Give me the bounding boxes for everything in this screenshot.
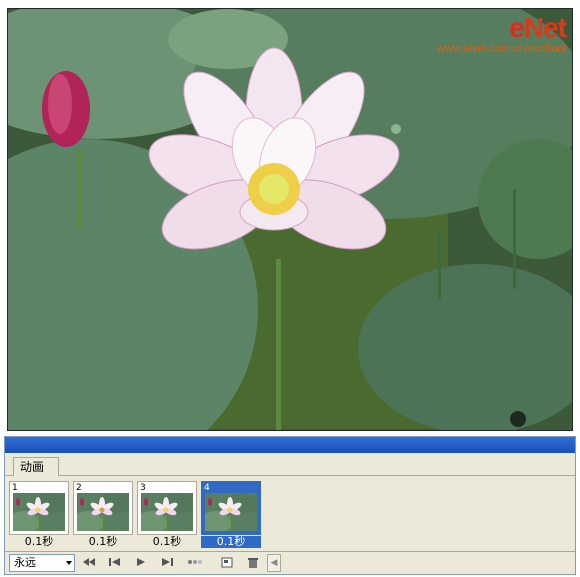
palette-tab-strip: 动画 — [5, 453, 575, 476]
document-canvas: eNet www.eNet.com.cn/eschool — [0, 0, 580, 436]
frame-delay[interactable]: 0.1秒 — [201, 536, 261, 548]
tween-button[interactable] — [185, 554, 205, 571]
enet-logo: eNet — [509, 12, 567, 43]
frame-number: 1 — [12, 483, 18, 493]
frame-thumbnail — [205, 493, 257, 531]
chevron-down-icon — [66, 561, 72, 565]
animation-palette: 动画 1 0.1秒 2 0.1秒 3 0.1秒 4 0.1秒 永远 ◀ — [4, 436, 576, 575]
frame-thumbnail — [141, 493, 193, 531]
palette-title-bar[interactable] — [5, 437, 575, 453]
frame-thumbnail-box[interactable]: 3 — [137, 481, 197, 535]
animation-frame-1[interactable]: 1 0.1秒 — [9, 481, 69, 548]
animation-frame-4[interactable]: 4 0.1秒 — [201, 481, 261, 548]
frames-scroll-left[interactable]: ◀ — [267, 554, 281, 572]
previous-frame-icon — [109, 558, 120, 566]
play-icon — [137, 558, 145, 566]
animation-frame-2[interactable]: 2 0.1秒 — [73, 481, 133, 548]
tween-icon — [188, 560, 202, 564]
loop-option-value: 永远 — [14, 556, 36, 569]
duplicate-frame-icon — [221, 557, 233, 568]
enet-url: www.eNet.com.cn/eschool — [437, 43, 566, 55]
enet-watermark: eNet www.eNet.com.cn/eschool — [396, 12, 567, 57]
frame-delay[interactable]: 0.1秒 — [9, 536, 69, 548]
first-frame-icon — [83, 558, 95, 566]
frame-thumbnail-box[interactable]: 1 — [9, 481, 69, 535]
duplicate-frame-button[interactable] — [217, 554, 237, 571]
frame-delay[interactable]: 0.1秒 — [73, 536, 133, 548]
frame-number: 2 — [76, 483, 82, 493]
loop-options-select[interactable]: 永远 — [9, 554, 75, 572]
frame-strip: 1 0.1秒 2 0.1秒 3 0.1秒 4 0.1秒 — [9, 481, 569, 549]
tab-animation[interactable]: 动画 — [13, 457, 60, 476]
animation-controls: 永远 ◀ — [5, 551, 575, 574]
lotus-photo: eNet www.eNet.com.cn/eschool — [7, 8, 573, 431]
frame-delay[interactable]: 0.1秒 — [137, 536, 197, 548]
frame-number: 3 — [140, 483, 146, 493]
next-frame-icon — [162, 558, 173, 566]
frame-number: 4 — [204, 483, 210, 493]
frame-thumbnail — [77, 493, 129, 531]
animation-frame-3[interactable]: 3 0.1秒 — [137, 481, 197, 548]
first-frame-button[interactable] — [79, 554, 99, 571]
previous-frame-button[interactable] — [105, 554, 125, 571]
delete-frame-icon — [248, 558, 258, 568]
next-frame-button[interactable] — [157, 554, 177, 571]
frame-thumbnail-box[interactable]: 4 — [201, 481, 261, 535]
delete-frame-button[interactable] — [243, 554, 263, 571]
play-button[interactable] — [131, 554, 151, 571]
frame-thumbnail — [13, 493, 65, 531]
frame-thumbnail-box[interactable]: 2 — [73, 481, 133, 535]
